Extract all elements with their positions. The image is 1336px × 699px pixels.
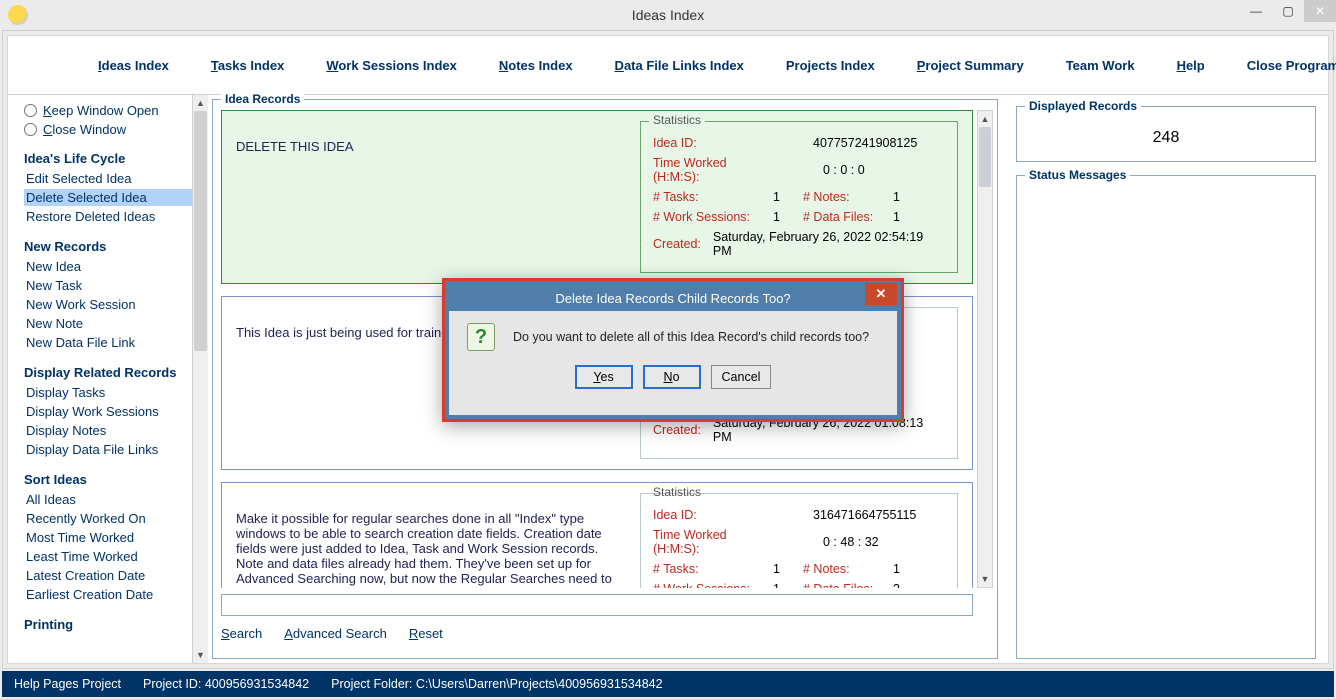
scroll-down-icon[interactable]: ▼ <box>193 647 208 663</box>
sidebar-item-all-ideas[interactable]: All Ideas <box>24 491 204 508</box>
sidebar-item-new-task[interactable]: New Task <box>24 277 204 294</box>
sidebar-item-new-data-file-link[interactable]: New Data File Link <box>24 334 204 351</box>
sidebar-item-latest-creation-date[interactable]: Latest Creation Date <box>24 567 204 584</box>
sidebar-item-display-notes[interactable]: Display Notes <box>24 422 204 439</box>
search-bar: Search Advanced Search Reset <box>221 594 973 650</box>
menu-projects-index[interactable]: Projects Index <box>786 58 875 73</box>
window-title: Ideas Index <box>632 7 704 23</box>
sidebar-item-new-note[interactable]: New Note <box>24 315 204 332</box>
idea-card[interactable]: DELETE THIS IDEAStatisticsIdea ID:407757… <box>221 110 973 284</box>
menu-project-summary[interactable]: Project Summary <box>917 58 1024 73</box>
cancel-button[interactable]: Cancel <box>711 365 772 389</box>
app-icon <box>8 5 28 25</box>
yes-button[interactable]: Yes <box>575 365 633 389</box>
displayed-records-legend: Displayed Records <box>1025 99 1141 113</box>
status-project-folder: Project Folder: C:\Users\Darren\Projects… <box>331 677 662 691</box>
sidebar-item-restore-deleted-ideas[interactable]: Restore Deleted Ideas <box>24 208 204 225</box>
idea-card[interactable]: Make it possible for regular searches do… <box>221 482 973 588</box>
minimize-button[interactable]: — <box>1240 0 1272 22</box>
dialog-title-text: Delete Idea Records Child Records Too? <box>555 291 790 306</box>
sidebar-item-recently-worked-on[interactable]: Recently Worked On <box>24 510 204 527</box>
idea-statistics: StatisticsIdea ID:407757241908125Time Wo… <box>640 121 958 273</box>
dialog-body: ? Do you want to delete all of this Idea… <box>449 311 897 415</box>
records-scrollbar[interactable]: ▲ ▼ <box>977 110 993 588</box>
status-bar: Help Pages Project Project ID: 400956931… <box>2 671 1334 697</box>
status-project-id: Project ID: 400956931534842 <box>143 677 309 691</box>
idea-statistics: StatisticsIdea ID:316471664755115Time Wo… <box>640 493 958 588</box>
sidebar-heading: Display Related Records <box>24 365 204 380</box>
displayed-records-panel: Displayed Records 248 <box>1016 99 1316 162</box>
titlebar: Ideas Index — ▢ ✕ <box>0 0 1336 30</box>
status-messages-body <box>1025 192 1307 622</box>
no-button[interactable]: No <box>643 365 701 389</box>
sidebar-item-edit-selected-idea[interactable]: Edit Selected Idea <box>24 170 204 187</box>
reset-link[interactable]: Reset <box>409 626 443 641</box>
sidebar-heading: Sort Ideas <box>24 472 204 487</box>
idea-text: Make it possible for regular searches do… <box>236 493 626 588</box>
idea-records-legend: Idea Records <box>221 92 304 106</box>
status-messages-legend: Status Messages <box>1025 168 1130 182</box>
menu-ideas-index[interactable]: Ideas Index <box>98 58 169 73</box>
keep-window-open-radio[interactable]: Keep Window Open <box>24 103 204 118</box>
menubar: Ideas Index Tasks Index Work Sessions Inde… <box>8 36 1328 94</box>
sidebar-scrollbar[interactable]: ▲ ▼ <box>192 95 208 663</box>
search-input[interactable] <box>221 594 973 616</box>
sidebar: Keep Window Open Close Window Idea's Lif… <box>8 95 208 663</box>
sidebar-item-delete-selected-idea[interactable]: Delete Selected Idea <box>24 189 204 206</box>
displayed-records-value: 248 <box>1025 123 1307 153</box>
sidebar-item-least-time-worked[interactable]: Least Time Worked <box>24 548 204 565</box>
scroll-thumb[interactable] <box>194 111 207 351</box>
menu-data-file-links-index[interactable]: Data File Links Index <box>615 58 744 73</box>
menu-tasks-index[interactable]: Tasks Index <box>211 58 284 73</box>
scroll-thumb[interactable] <box>979 127 991 187</box>
sidebar-item-new-work-session[interactable]: New Work Session <box>24 296 204 313</box>
sidebar-heading: New Records <box>24 239 204 254</box>
menu-team-work[interactable]: Team Work <box>1066 58 1135 73</box>
advanced-search-link[interactable]: Advanced Search <box>284 626 387 641</box>
scroll-down-icon[interactable]: ▼ <box>978 571 992 587</box>
maximize-button[interactable]: ▢ <box>1272 0 1304 22</box>
status-messages-panel: Status Messages <box>1016 168 1316 659</box>
menu-help[interactable]: Help <box>1177 58 1205 73</box>
dialog-close-button[interactable]: ✕ <box>865 283 897 305</box>
menu-notes-index[interactable]: Notes Index <box>499 58 573 73</box>
confirm-dialog: Delete Idea Records Child Records Too? ✕… <box>442 278 904 422</box>
sidebar-item-display-data-file-links[interactable]: Display Data File Links <box>24 441 204 458</box>
sidebar-item-display-work-sessions[interactable]: Display Work Sessions <box>24 403 204 420</box>
sidebar-item-display-tasks[interactable]: Display Tasks <box>24 384 204 401</box>
question-icon: ? <box>467 323 495 351</box>
menu-work-sessions-index[interactable]: Work Sessions Index <box>326 58 457 73</box>
dialog-title: Delete Idea Records Child Records Too? ✕ <box>449 285 897 311</box>
scroll-up-icon[interactable]: ▲ <box>193 95 208 111</box>
dialog-message: Do you want to delete all of this Idea R… <box>513 330 869 344</box>
sidebar-item-most-time-worked[interactable]: Most Time Worked <box>24 529 204 546</box>
menu-close-program[interactable]: Close Program <box>1247 58 1336 73</box>
search-link[interactable]: Search <box>221 626 262 641</box>
sidebar-item-earliest-creation-date[interactable]: Earliest Creation Date <box>24 586 204 603</box>
scroll-up-icon[interactable]: ▲ <box>978 111 992 127</box>
idea-text: DELETE THIS IDEA <box>236 121 626 273</box>
sidebar-item-new-idea[interactable]: New Idea <box>24 258 204 275</box>
close-button[interactable]: ✕ <box>1304 0 1336 22</box>
sidebar-heading: Printing <box>24 617 204 632</box>
sidebar-heading: Idea's Life Cycle <box>24 151 204 166</box>
right-column: Displayed Records 248 Status Messages <box>1016 99 1316 659</box>
close-window-radio[interactable]: Close Window <box>24 122 204 137</box>
status-help-project: Help Pages Project <box>14 677 121 691</box>
stats-legend: Statistics <box>649 485 705 499</box>
window-controls: — ▢ ✕ <box>1240 0 1336 22</box>
stats-legend: Statistics <box>649 113 705 127</box>
